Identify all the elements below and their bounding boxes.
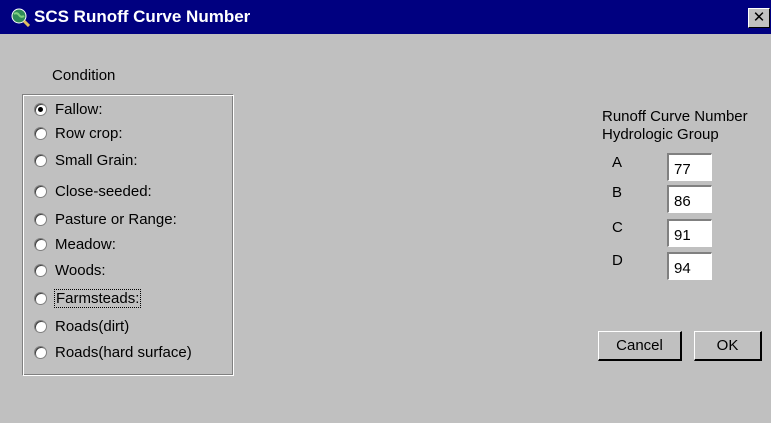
cancel-button[interactable]: Cancel <box>598 331 682 361</box>
condition-option[interactable]: Small Grain: <box>34 149 138 171</box>
radio-button[interactable] <box>34 153 47 167</box>
condition-option[interactable]: Fallow: <box>34 98 103 120</box>
condition-option[interactable]: Roads(hard surface) <box>34 341 192 363</box>
condition-option[interactable]: Meadow: <box>34 233 116 255</box>
condition-option[interactable]: Farmsteads: <box>34 287 142 309</box>
group-b-label: B <box>612 184 623 201</box>
condition-option[interactable]: Roads(dirt) <box>34 315 129 337</box>
radio-button[interactable] <box>34 212 47 226</box>
condition-option-label: Woods: <box>55 261 106 279</box>
group-d-field[interactable] <box>667 252 712 280</box>
window-title: SCS Runoff Curve Number <box>34 7 251 26</box>
condition-option-label: Farmsteads: <box>53 288 142 308</box>
condition-option-label: Row crop: <box>55 124 123 142</box>
condition-label: Condition <box>52 67 116 84</box>
group-d-label: D <box>612 252 623 269</box>
condition-option[interactable]: Close-seeded: <box>34 180 152 202</box>
globe-magnifier-icon <box>11 8 30 27</box>
condition-option-label: Roads(dirt) <box>55 317 130 335</box>
curve-number-title: Runoff Curve Number <box>602 108 748 125</box>
condition-option[interactable]: Woods: <box>34 259 106 281</box>
condition-option-label: Roads(hard surface) <box>55 343 192 361</box>
radio-button[interactable] <box>34 319 47 333</box>
group-c-label: C <box>612 219 623 236</box>
condition-option-label: Meadow: <box>55 235 116 253</box>
ok-button[interactable]: OK <box>694 331 762 361</box>
condition-option[interactable]: Row crop: <box>34 122 123 144</box>
group-a-field[interactable] <box>667 153 712 181</box>
group-a-label: A <box>612 154 623 171</box>
group-b-field[interactable] <box>667 185 712 213</box>
condition-option-label: Fallow: <box>55 100 103 118</box>
radio-button[interactable] <box>34 126 47 140</box>
close-icon[interactable]: ✕ <box>748 8 770 28</box>
condition-option-label: Small Grain: <box>55 151 138 169</box>
condition-option-label: Close-seeded: <box>55 182 152 200</box>
hydrologic-group-label: Hydrologic Group <box>602 126 719 143</box>
radio-button[interactable] <box>34 291 47 305</box>
radio-button[interactable] <box>34 237 47 251</box>
group-c-field[interactable] <box>667 219 712 247</box>
radio-button[interactable] <box>34 102 47 116</box>
radio-button[interactable] <box>34 345 47 359</box>
condition-option-label: Pasture or Range: <box>55 210 177 228</box>
radio-button[interactable] <box>34 184 47 198</box>
radio-button[interactable] <box>34 263 47 277</box>
condition-option[interactable]: Pasture or Range: <box>34 208 177 230</box>
